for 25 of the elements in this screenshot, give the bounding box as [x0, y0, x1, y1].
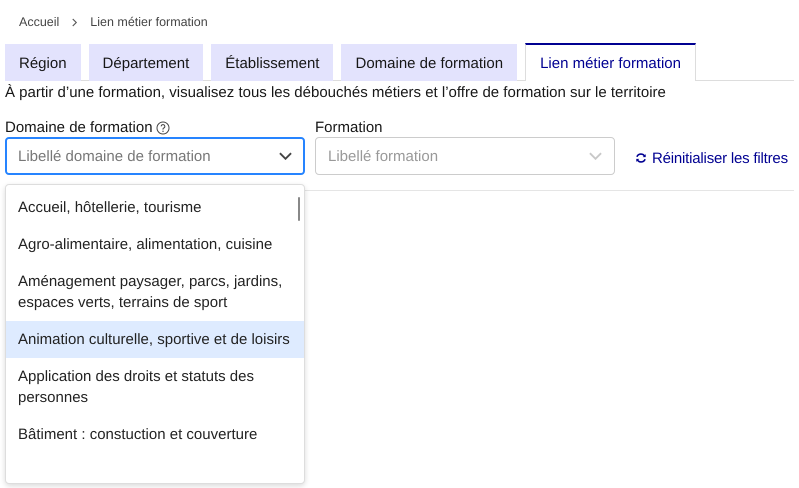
dropdown-option[interactable]: Accueil, hôtellerie, tourisme — [6, 189, 304, 226]
dropdown-option[interactable]: Application des droits et statuts des personnes — [6, 358, 304, 416]
breadcrumb-link[interactable]: Lien métier formation — [90, 15, 208, 29]
tab[interactable]: Établissement — [211, 44, 334, 81]
help-icon[interactable] — [156, 120, 170, 134]
tab[interactable]: Domaine de formation — [341, 44, 518, 81]
scrollbar-thumb[interactable] — [298, 197, 300, 221]
chevron-down-icon — [279, 152, 292, 160]
chevron-right-icon — [71, 18, 78, 26]
tab[interactable]: Région — [5, 44, 81, 81]
dropdown-option[interactable]: Bâtiment : constuction et couverture — [6, 416, 304, 453]
breadcrumb-link[interactable]: Accueil — [19, 15, 60, 29]
field-label: Formation — [315, 119, 383, 136]
description-text: À partir d’une formation, visualisez tous les débouchés métiers et l’offre de formation sur le territoire — [5, 84, 667, 101]
dropdown-option[interactable]: Aménagement paysager, parcs, jardins, espaces verts, terrains de sport — [6, 263, 304, 321]
field-label: Domaine de formation — [5, 119, 153, 136]
reset-filters-link[interactable]: Réinitialiser les filtres — [625, 145, 794, 171]
tab[interactable]: Lien métier formation — [525, 43, 696, 81]
tab[interactable]: Département — [88, 44, 204, 81]
refresh-icon — [635, 152, 647, 164]
chevron-down-icon — [589, 152, 602, 160]
select-field: Libellé formation — [315, 137, 615, 175]
select-field[interactable]: Libellé domaine de formation — [5, 137, 305, 175]
dropdown-option[interactable]: Animation culturelle, sportive et de loisirs — [6, 321, 304, 358]
dropdown-option[interactable]: Agro-alimentaire, alimentation, cuisine — [6, 226, 304, 263]
